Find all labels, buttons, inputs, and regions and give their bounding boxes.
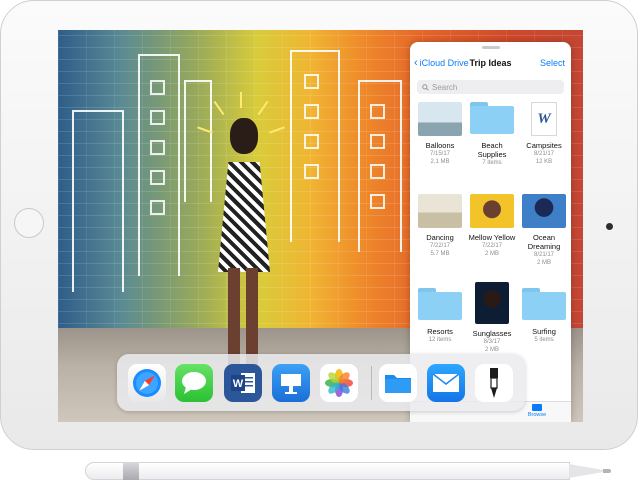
window-doodle — [150, 170, 165, 185]
sunglasses-thumbnail — [475, 282, 509, 324]
file-item-campsites[interactable]: W Campsites 8/21/17 12 KB — [518, 102, 570, 166]
word-glyph: W — [231, 373, 255, 393]
window-doodle — [370, 134, 385, 149]
files-nav-bar: ‹ iCloud Drive Trip Ideas Select — [410, 56, 571, 76]
file-date: 8/3/17 — [483, 339, 501, 345]
mellow-yellow-thumbnail — [470, 194, 514, 228]
word-document-icon: W — [531, 102, 557, 136]
file-item-beach-supplies[interactable]: Beach Supplies 7 items — [466, 102, 518, 167]
patterned-dress — [218, 162, 270, 272]
window-doodle — [304, 74, 319, 89]
select-button[interactable]: Select — [540, 58, 565, 68]
file-name: Ocean Dreaming — [527, 233, 561, 251]
sunburst-doodle — [240, 92, 242, 108]
file-date: 7/22/17 — [481, 243, 503, 249]
pencil-nib — [603, 469, 611, 473]
file-size: 12 KB — [535, 159, 553, 165]
search-input[interactable]: Search — [417, 80, 564, 94]
item-count: 5 items — [534, 337, 554, 343]
search-placeholder: Search — [432, 82, 458, 92]
file-name: Campsites — [526, 141, 562, 150]
balloons-thumbnail — [418, 102, 462, 136]
folder-icon — [418, 288, 462, 320]
dancing-thumbnail — [418, 194, 462, 228]
file-name: Dancing — [426, 233, 454, 242]
browse-folder-icon — [532, 404, 542, 411]
file-size: 5.7 MB — [430, 251, 450, 257]
file-size: 2 MB — [536, 260, 551, 266]
tab-browse[interactable]: Browse — [522, 404, 552, 418]
file-item-surfing[interactable]: Surfing 5 items — [518, 288, 570, 344]
speech-bubble-glyph — [182, 372, 206, 394]
file-item-dancing[interactable]: Dancing 7/22/17 5.7 MB — [414, 194, 466, 258]
file-name: Mellow Yellow — [468, 233, 516, 242]
window-doodle — [150, 140, 165, 155]
item-count: 7 items — [482, 160, 502, 166]
file-date: 7/22/17 — [429, 243, 451, 249]
file-size: 2 MB — [484, 347, 499, 353]
files-icon[interactable] — [379, 364, 417, 402]
dock-separator — [371, 366, 372, 400]
tab-browse-label: Browse — [527, 412, 547, 418]
file-item-mellow-yellow[interactable]: Mellow Yellow 7/22/17 2 MB — [466, 194, 518, 258]
file-name: Sunglasses — [472, 329, 512, 338]
window-doodle — [150, 110, 165, 125]
folder-icon — [522, 288, 566, 320]
pencil-band — [123, 462, 139, 480]
woman-figure — [208, 118, 278, 378]
keynote-icon[interactable] — [272, 364, 310, 402]
safari-compass-glyph — [133, 369, 161, 397]
ipad-device: ‹ iCloud Drive Trip Ideas Select Search … — [0, 0, 638, 450]
envelope-glyph — [432, 373, 460, 392]
file-name: Beach Supplies — [477, 141, 507, 159]
file-date: 8/21/17 — [533, 151, 555, 157]
window-doodle — [370, 104, 385, 119]
dock: W — [117, 354, 525, 411]
file-item-balloons[interactable]: Balloons 7/15/17 2.1 MB — [414, 102, 466, 166]
file-item-sunglasses[interactable]: Sunglasses 8/3/17 2 MB — [466, 282, 518, 354]
file-item-ocean-dreaming[interactable]: Ocean Dreaming 8/21/17 2 MB — [518, 194, 570, 267]
woman-head — [230, 118, 258, 154]
folder-icon — [470, 102, 514, 134]
panel-grabber[interactable] — [482, 46, 500, 49]
search-icon — [422, 83, 429, 91]
file-size: 2 MB — [484, 251, 499, 257]
file-size: 2.1 MB — [430, 159, 450, 165]
item-count: 12 items — [428, 337, 452, 343]
window-doodle — [304, 164, 319, 179]
file-date: 8/21/17 — [533, 252, 555, 258]
pen-nib-glyph — [490, 368, 498, 398]
apple-pencil — [85, 462, 615, 480]
ocean-dreaming-thumbnail — [522, 194, 566, 228]
window-doodle — [304, 134, 319, 149]
folder-glyph — [385, 375, 411, 393]
mail-icon[interactable] — [427, 364, 465, 402]
sketch-pen-icon[interactable] — [475, 364, 513, 402]
front-camera — [606, 223, 613, 230]
window-doodle — [370, 164, 385, 179]
window-doodle — [150, 80, 165, 95]
file-date: 7/15/17 — [429, 151, 451, 157]
messages-icon[interactable] — [175, 364, 213, 402]
safari-icon[interactable] — [128, 364, 166, 402]
svg-text:W: W — [233, 378, 244, 390]
photos-icon[interactable] — [320, 364, 358, 402]
pencil-body — [85, 462, 570, 480]
window-doodle — [150, 200, 165, 215]
screen: ‹ iCloud Drive Trip Ideas Select Search … — [58, 30, 583, 422]
window-doodle — [370, 194, 385, 209]
window-doodle — [304, 104, 319, 119]
home-button[interactable] — [14, 208, 44, 238]
podium-glyph — [281, 374, 301, 394]
file-name: Balloons — [425, 141, 455, 150]
file-item-resorts[interactable]: Resorts 12 items — [414, 288, 466, 344]
word-icon[interactable]: W — [224, 364, 262, 402]
building-doodle — [72, 110, 124, 292]
woman-legs — [228, 268, 258, 368]
file-name: Resorts — [427, 327, 453, 336]
file-name: Surfing — [532, 327, 556, 336]
photos-flower-glyph — [325, 369, 353, 397]
